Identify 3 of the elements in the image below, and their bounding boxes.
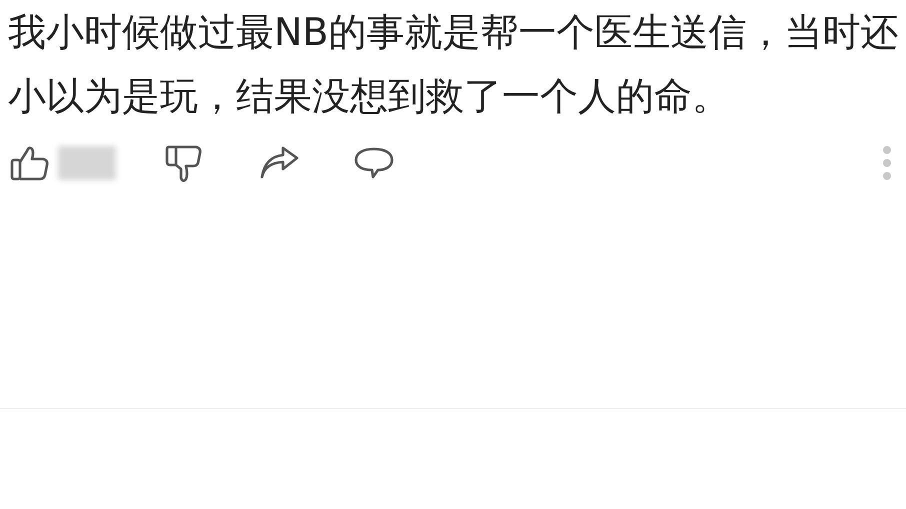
thumbs-down-icon[interactable] xyxy=(164,143,204,183)
blurred-count xyxy=(58,146,116,180)
comment-text: 我小时候做过最NB的事就是帮一个医生送信，当时还小以为是玩，结果没想到救了一个人的命。 xyxy=(7,9,900,120)
